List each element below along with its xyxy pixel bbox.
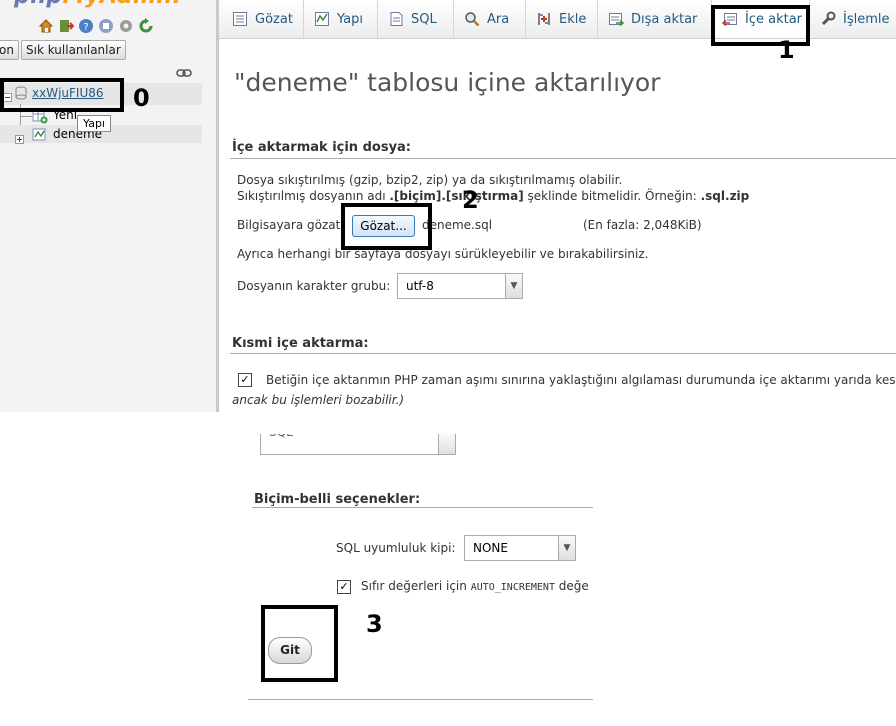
compression-info-line1: Dosya sıkıştırılmış (gzip, bzip2, zip) y…: [237, 173, 623, 187]
annotation-box-0: [0, 78, 124, 112]
tab-export[interactable]: Dışa aktar: [598, 0, 712, 38]
exit-icon[interactable]: [58, 18, 74, 34]
file-section-legend: İçe aktarmak için dosya:: [232, 140, 412, 155]
table-structure-icon[interactable]: [32, 127, 48, 141]
tab-structure[interactable]: Yapı: [304, 0, 378, 38]
phpmyadmin-logo[interactable]: phpMyAdmin: [14, 0, 181, 9]
tab-operations[interactable]: İşlemle: [810, 0, 896, 38]
section-divider: [252, 507, 593, 508]
tab-insert[interactable]: Ekle: [526, 0, 598, 38]
bottom-divider: [248, 699, 593, 700]
tab-browse[interactable]: Gözat: [222, 0, 304, 38]
allow-interrupt-text: Betiğin içe aktarımın PHP zaman aşımı sı…: [266, 373, 896, 387]
sql-icon: [388, 11, 404, 27]
tab-search[interactable]: Ara: [454, 0, 526, 38]
wrench-icon: [820, 11, 836, 27]
chevron-down-icon: ▼: [505, 274, 522, 298]
tree-line: [20, 116, 32, 117]
favorites-tab-button[interactable]: Sık kullanılanlar: [21, 40, 126, 60]
nav-divider[interactable]: [216, 0, 219, 412]
browse-icon: [232, 11, 248, 27]
navigation-panel: phpMyAdmin ? on Sık kullanılanlar xxWjuF…: [0, 0, 216, 412]
max-size-text: (En fazla: 2,048KiB): [583, 218, 702, 232]
partial-import-legend: Kısmi içe aktarma:: [232, 336, 369, 351]
tooltip: Yapı: [77, 115, 111, 132]
link-chain-icon[interactable]: [176, 63, 192, 77]
sql-compat-select[interactable]: NONE ▼: [464, 535, 576, 561]
search-icon: [464, 11, 480, 27]
nav-icon-bar: ?: [38, 18, 154, 34]
recent-tab-button[interactable]: on: [0, 40, 19, 60]
annotation-box-2: [341, 203, 432, 250]
no-auto-value-zero-checkbox[interactable]: ✓: [337, 580, 351, 594]
annotation-box-3: [261, 605, 338, 682]
sql-compat-label: SQL uyumluluk kipi:: [336, 541, 456, 555]
drag-drop-hint: Ayrıca herhangi bir sayfaya dosyayı sürü…: [237, 247, 649, 261]
browse-label: Bilgisayara gözat:: [237, 218, 345, 232]
annotation-number-0: 0: [133, 84, 150, 112]
charset-label: Dosyanın karakter grubu:: [237, 279, 391, 293]
no-auto-value-zero-text: Sıfır değerleri için AUTO_INCREMENT değe: [361, 579, 589, 593]
format-select[interactable]: SQL: [260, 434, 456, 455]
annotation-number-2: 2: [462, 186, 479, 214]
allow-interrupt-note: ancak bu işlemleri bozabilir.): [232, 393, 405, 407]
annotation-box-1: [711, 5, 810, 46]
home-icon[interactable]: [38, 18, 54, 34]
gear-icon[interactable]: [118, 18, 134, 34]
chevron-down-icon: [438, 434, 455, 454]
structure-icon: [314, 11, 330, 27]
reload-icon[interactable]: [138, 18, 154, 34]
section-divider: [230, 353, 896, 354]
docs-icon[interactable]: [98, 18, 114, 34]
annotation-number-3: 3: [366, 610, 383, 638]
allow-interrupt-checkbox[interactable]: ✓: [238, 373, 252, 387]
export-icon: [608, 11, 624, 27]
format-options-legend: Biçim-belli seçenekler:: [254, 492, 421, 507]
compression-info-line2: Sıkıştırılmış dosyanın adı .[biçim].[sık…: [237, 189, 750, 203]
help-icon[interactable]: ?: [78, 18, 94, 34]
expand-icon[interactable]: [15, 129, 24, 144]
svg-text:?: ?: [83, 22, 88, 33]
charset-select[interactable]: utf-8 ▼: [397, 273, 523, 299]
annotation-number-1: 1: [778, 36, 795, 64]
page-title: "deneme" tablosu içine aktarılıyor: [234, 68, 661, 97]
section-divider: [230, 158, 896, 159]
chevron-down-icon: ▼: [558, 536, 575, 560]
insert-icon: [536, 11, 552, 27]
selected-file-name: deneme.sql: [422, 218, 493, 232]
tab-sql[interactable]: SQL: [378, 0, 454, 38]
